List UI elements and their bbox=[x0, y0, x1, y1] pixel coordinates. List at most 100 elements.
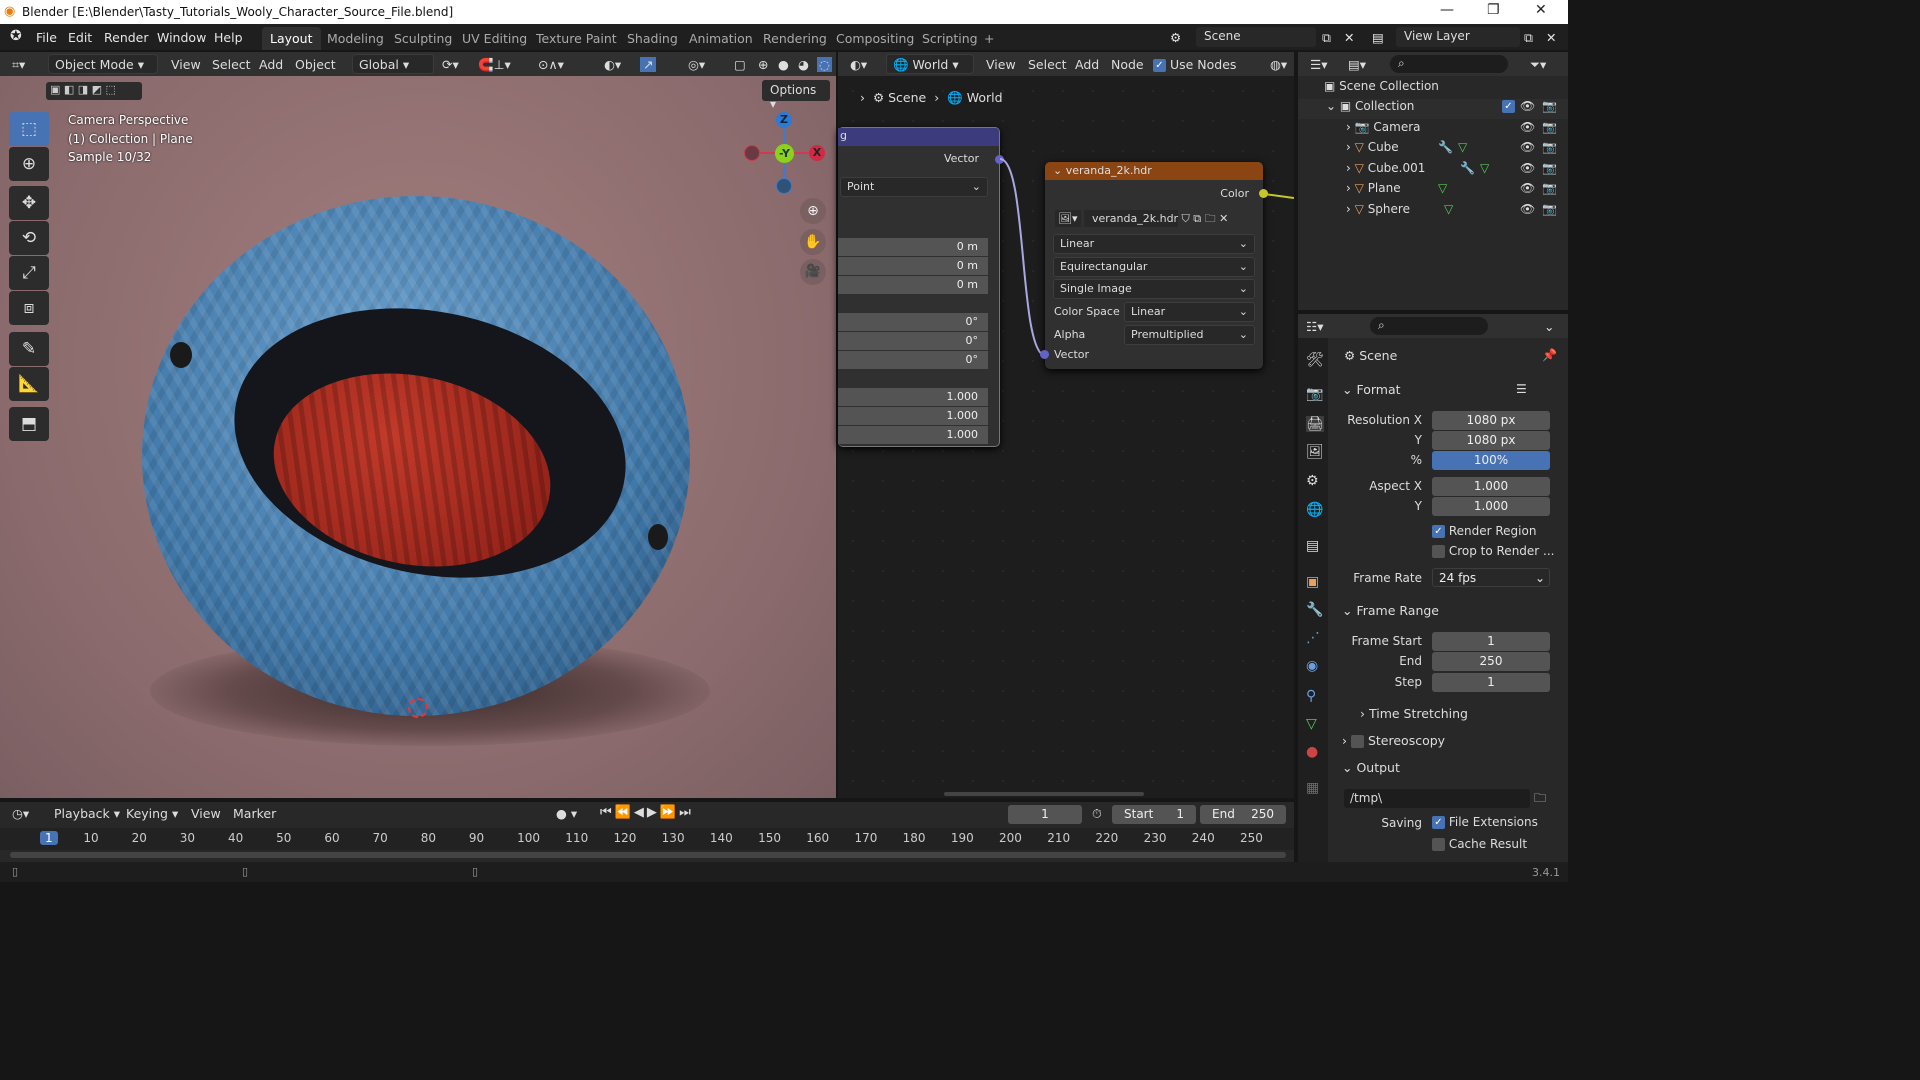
timeline-editor-type-icon[interactable]: ◷▾ bbox=[12, 806, 29, 821]
menu-window[interactable]: Window bbox=[157, 30, 206, 45]
visibility-eye-icon[interactable]: 👁 bbox=[1520, 202, 1535, 216]
outliner-search-input[interactable]: ⌕ bbox=[1390, 55, 1508, 73]
use-nodes-checkbox[interactable]: ✓ Use Nodes bbox=[1153, 57, 1236, 72]
collection-checkbox[interactable]: ✓ bbox=[1502, 99, 1515, 113]
transform-tool-icon[interactable]: ⧈ bbox=[9, 291, 49, 325]
aspect-y-field[interactable]: 1.000 bbox=[1432, 497, 1550, 516]
properties-search-input[interactable]: ⌕ bbox=[1370, 317, 1488, 335]
snap-icon[interactable]: ◍▾ bbox=[1270, 57, 1287, 72]
output-tab-icon[interactable]: 🖨 bbox=[1306, 416, 1324, 432]
overlay-icon[interactable]: ◎▾ bbox=[688, 57, 705, 72]
world-tab-icon[interactable]: 🌐 bbox=[1306, 502, 1323, 518]
options-dropdown[interactable]: Options ▾ bbox=[762, 80, 830, 111]
measure-tool-icon[interactable]: 📐 bbox=[9, 367, 49, 401]
add-workspace-button[interactable]: + bbox=[976, 27, 1002, 50]
scale-tool-icon[interactable]: ⤢ bbox=[9, 256, 49, 290]
record-keyframe-icon[interactable]: ● ▾ bbox=[556, 806, 577, 821]
frame-range-panel-header[interactable]: ⌄ Frame Range bbox=[1342, 603, 1439, 618]
scene-selector[interactable]: Scene bbox=[1196, 27, 1316, 47]
pan-hand-icon[interactable]: ✋ bbox=[800, 229, 826, 255]
constraints-tab-icon[interactable]: ⚲ bbox=[1306, 688, 1316, 704]
rotate-tool-icon[interactable]: ⟲ bbox=[9, 221, 49, 255]
frame-step-field[interactable]: 1 bbox=[1432, 673, 1550, 692]
render-camera-icon[interactable]: 📷 bbox=[1542, 181, 1557, 195]
preview-range-icon[interactable]: ⏱ bbox=[1092, 806, 1102, 822]
filter-icon[interactable]: ⏷▾ bbox=[1530, 57, 1546, 73]
visibility-eye-icon[interactable]: 👁 bbox=[1520, 140, 1535, 154]
properties-editor-type-icon[interactable]: ☷▾ bbox=[1306, 319, 1323, 334]
world-dropdown[interactable]: 🌐 World ▾ bbox=[886, 54, 974, 74]
scene-tab-icon[interactable]: ⚙ bbox=[1306, 473, 1319, 489]
delete-view-layer-icon[interactable]: ✕ bbox=[1546, 30, 1556, 45]
menu-add[interactable]: Add bbox=[1075, 57, 1099, 72]
outliner-row-collection[interactable]: ⌄ ▣ Collection ✓ 👁 📷 bbox=[1298, 99, 1568, 119]
outliner-row-camera[interactable]: › 📷 Camera 👁 📷 bbox=[1298, 120, 1568, 140]
outliner-row-plane[interactable]: › ▽ Plane ▽ 👁 📷 bbox=[1298, 181, 1568, 201]
material-tab-icon[interactable]: ● bbox=[1306, 744, 1318, 760]
playback-controls[interactable]: ⏮⏪◀▶⏩⏭ bbox=[600, 805, 694, 820]
select-mode-buttons[interactable]: ▣ ◧ ◨ ◩ ⬚ bbox=[46, 82, 142, 100]
snap-icon[interactable]: 🧲⊥▾ bbox=[478, 57, 511, 73]
current-frame-field[interactable]: 1 bbox=[1008, 805, 1082, 824]
menu-select[interactable]: Select bbox=[212, 57, 251, 72]
tab-rendering[interactable]: Rendering bbox=[755, 27, 835, 50]
tab-modeling[interactable]: Modeling bbox=[319, 27, 392, 50]
view-layer-tab-icon[interactable]: 🖼 bbox=[1306, 444, 1324, 460]
menu-view[interactable]: View bbox=[171, 57, 201, 72]
interpolation-dropdown[interactable]: Linear ⌄ bbox=[1053, 234, 1255, 254]
start-frame-field[interactable]: Start 1 bbox=[1112, 805, 1196, 824]
data-tab-icon[interactable]: ▽ bbox=[1306, 716, 1317, 732]
render-camera-icon[interactable]: 📷 bbox=[1542, 161, 1557, 175]
unlink-image-icon[interactable]: ✕ bbox=[1219, 212, 1228, 225]
minimize-button[interactable]: — bbox=[1440, 2, 1454, 18]
presets-icon[interactable]: ☰ bbox=[1516, 382, 1527, 396]
crop-to-render-checkbox[interactable]: Crop to Render ... bbox=[1432, 544, 1555, 558]
image-node-header[interactable]: ⌄ veranda_2k.hdr bbox=[1045, 162, 1263, 180]
render-camera-icon[interactable]: 📷 bbox=[1542, 140, 1557, 154]
render-tab-icon[interactable]: 📷 bbox=[1306, 386, 1323, 402]
tab-scripting[interactable]: Scripting bbox=[914, 27, 986, 50]
open-image-icon[interactable]: 🗀 bbox=[1205, 212, 1216, 225]
rendered-shading-icon[interactable]: ◌ bbox=[817, 57, 832, 72]
output-panel-header[interactable]: ⌄ Output bbox=[1342, 760, 1400, 775]
tab-uv-editing[interactable]: UV Editing bbox=[454, 27, 535, 50]
mode-dropdown[interactable]: Object Mode ▾ bbox=[48, 54, 158, 74]
xray-icon[interactable]: ▢ bbox=[734, 57, 746, 72]
frame-end-field[interactable]: 250 bbox=[1432, 652, 1550, 671]
pivot-icon[interactable]: ⟳▾ bbox=[442, 57, 459, 72]
gizmo-neg-y-button[interactable]: -Y bbox=[775, 144, 794, 163]
stereoscopy-panel-header[interactable]: › Stereoscopy bbox=[1342, 733, 1445, 748]
object-tab-icon[interactable]: ▣ bbox=[1306, 574, 1319, 590]
material-shading-icon[interactable]: ◕ bbox=[798, 57, 809, 72]
proportional-edit-icon[interactable]: ⊙∧▾ bbox=[538, 57, 564, 72]
outliner-row-scene-collection[interactable]: ▣ Scene Collection bbox=[1298, 79, 1568, 99]
end-frame-field[interactable]: End 250 bbox=[1200, 805, 1286, 824]
vector-input-socket[interactable] bbox=[1040, 350, 1049, 359]
outliner-row-sphere[interactable]: › ▽ Sphere ▽ 👁 📷 bbox=[1298, 202, 1568, 222]
menu-edit[interactable]: Edit bbox=[68, 30, 92, 45]
editor-type-icon[interactable]: ⌗▾ bbox=[12, 57, 25, 73]
horizontal-scrollbar[interactable] bbox=[944, 792, 1144, 796]
collection-tab-icon[interactable]: ▤ bbox=[1306, 538, 1319, 554]
color-output-socket[interactable] bbox=[1259, 189, 1268, 198]
render-region-checkbox[interactable]: ✓ Render Region bbox=[1432, 524, 1536, 538]
menu-help[interactable]: Help bbox=[214, 30, 243, 45]
solid-shading-icon[interactable]: ● bbox=[778, 57, 789, 72]
particles-tab-icon[interactable]: ⋰ bbox=[1306, 630, 1320, 646]
view-layer-icon[interactable]: ▤ bbox=[1372, 30, 1384, 45]
modifier-tab-icon[interactable]: 🔧 bbox=[1306, 602, 1323, 618]
tab-layout[interactable]: Layout bbox=[262, 27, 321, 50]
visibility-eye-icon[interactable]: 👁 bbox=[1520, 161, 1535, 175]
texture-tab-icon[interactable]: ▦ bbox=[1306, 780, 1319, 796]
aspect-x-field[interactable]: 1.000 bbox=[1432, 477, 1550, 496]
cache-result-checkbox[interactable]: Cache Result bbox=[1432, 837, 1527, 851]
annotate-tool-icon[interactable]: ✎ bbox=[9, 332, 49, 366]
source-dropdown[interactable]: Single Image ⌄ bbox=[1053, 279, 1255, 299]
world-shader-type-icon[interactable]: ◐▾ bbox=[850, 57, 867, 72]
output-path-input[interactable]: /tmp\ bbox=[1344, 789, 1530, 808]
visibility-eye-icon[interactable]: 👁 bbox=[1520, 99, 1535, 113]
menu-view[interactable]: View bbox=[986, 57, 1016, 72]
time-stretching-panel-header[interactable]: › Time Stretching bbox=[1360, 706, 1468, 721]
blender-menu-icon[interactable]: ✪ bbox=[10, 28, 22, 44]
resolution-x-field[interactable]: 1080 px bbox=[1432, 411, 1550, 430]
